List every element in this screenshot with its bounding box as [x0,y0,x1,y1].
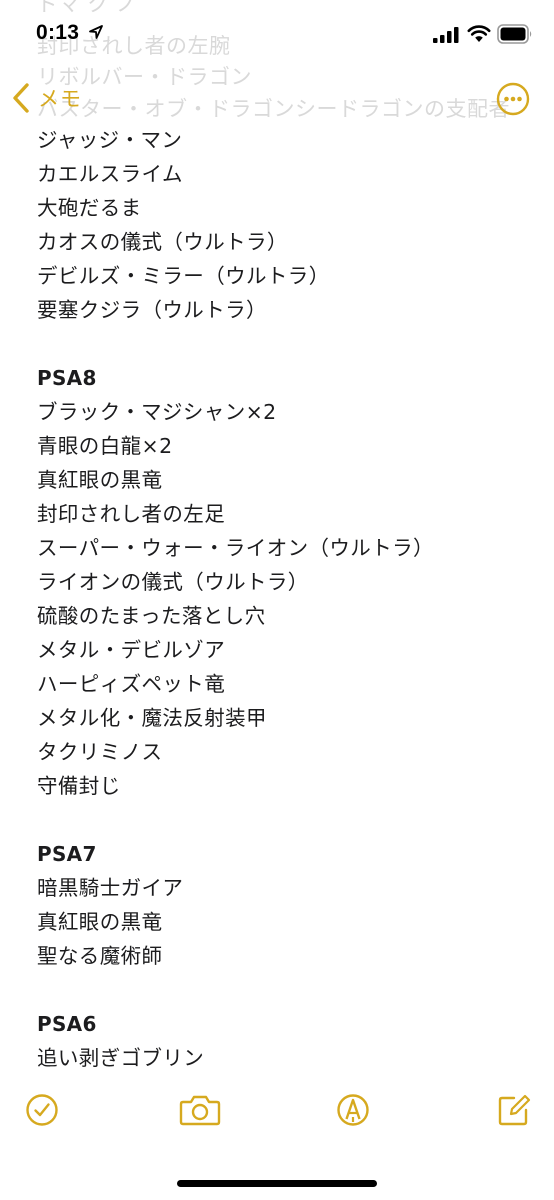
note-line: 硫酸のたまった落とし穴 [37,604,266,628]
back-label: メモ [38,87,82,111]
note-line: 暗黒騎士ガイア [37,876,184,900]
section-heading: PSA6 [37,1012,97,1036]
note-line: 青眼の白龍×2 [37,434,173,458]
section-heading: PSA7 [37,842,97,866]
note-line: ジャッジ・マン [37,128,183,152]
wifi-icon [467,25,491,42]
note-line: 追い剥ぎゴブリン [37,1046,205,1070]
more-options-icon[interactable] [496,82,530,116]
note-line: 真紅眼の黒竜 [37,468,163,492]
status-bar: 0:13 [0,0,554,70]
note-line: ライオンの儀式（ウルトラ） [37,570,309,594]
note-line: スーパー・ウォー・ライオン（ウルトラ） [37,536,434,560]
battery-icon [497,24,532,44]
note-line: ハーピィズペット竜 [37,672,226,696]
note-line: メタル化・魔法反射装甲 [37,706,267,730]
bottom-toolbar [0,1090,554,1150]
note-line: 守備封じ [37,774,121,798]
note-line: 真紅眼の黒竜 [37,910,163,934]
note-line: 大砲だるま [37,196,142,220]
markup-pen-icon[interactable] [333,1090,373,1130]
cellular-signal-icon [433,27,459,43]
note-line: タクリミノス [37,740,163,764]
home-indicator [177,1180,377,1187]
location-arrow-icon [89,25,103,39]
scrolled-line-4: バスター・オブ・ドラゴンシードラゴンの支配者 [37,97,510,121]
checklist-icon[interactable] [22,1090,62,1130]
status-time: 0:13 [36,21,80,44]
note-line: 聖なる魔術師 [37,944,163,968]
note-line: 要塞クジラ（ウルトラ） [37,298,267,322]
note-line: デビルズ・ミラー（ウルトラ） [37,264,330,288]
back-button[interactable]: メモ [10,80,82,116]
note-line: カエルスライム [37,162,183,186]
camera-icon[interactable] [178,1090,222,1130]
section-heading: PSA8 [37,366,97,390]
note-line: カオスの儀式（ウルトラ） [37,230,288,254]
note-body[interactable]: ジャッジ・マン カエルスライム 大砲だるまカオスの儀式（ウルトラ） デビルズ・ミラー（… [37,123,537,1075]
compose-icon[interactable] [494,1090,534,1130]
note-line: メタル・デビルゾア [37,638,226,662]
chevron-left-icon [13,83,29,113]
note-line: ブラック・マジシャン×2 [37,400,277,424]
note-line: 封印されし者の左足 [37,502,226,526]
